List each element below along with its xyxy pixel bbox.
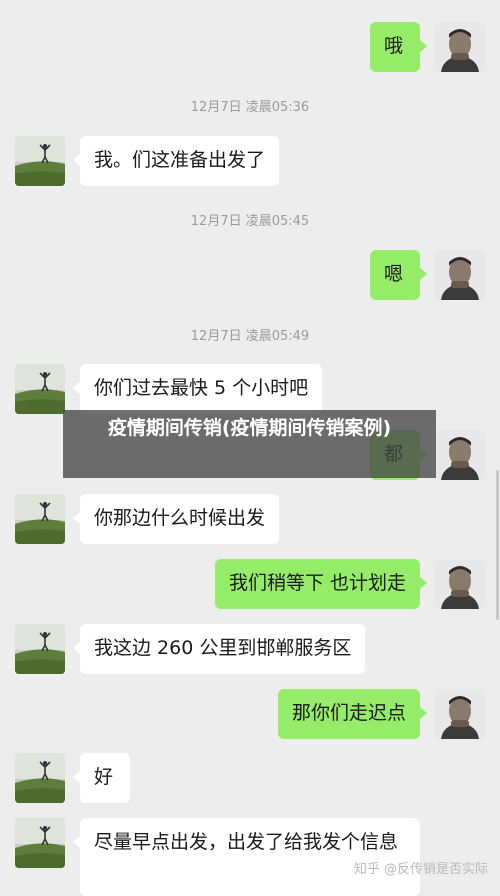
contact-avatar[interactable] [15,753,65,803]
man-portrait-icon [435,430,485,480]
message-text: 好 [94,766,114,788]
message-bubble-outgoing[interactable]: 我们稍等下 也计划走 [214,559,428,609]
message-text: 嗯 [384,263,404,285]
timestamp: 12月7日 凌晨05:49 [190,329,310,344]
man-portrait-icon [435,559,485,609]
timestamp: 12月7日 凌晨05:36 [190,100,310,115]
self-avatar[interactable] [435,250,485,300]
message-bubble-incoming[interactable]: 你那边什么时候出发 [72,494,280,544]
person-on-hill-icon [15,136,65,186]
watermark: 知乎 @反传销是否实际 [353,862,488,877]
person-on-hill-icon [15,753,65,803]
contact-avatar[interactable] [15,624,65,674]
overlay-title: 疫情期间传销(疫情期间传销案例) [107,417,392,439]
message-bubble-incoming[interactable]: 我这边 260 公里到邯郸服务区 [72,624,366,674]
self-avatar[interactable] [435,559,485,609]
message-bubble-incoming[interactable]: 你们过去最快 5 个小时吧 [72,364,323,414]
message-bubble-incoming[interactable]: 我。们这准备出发了 [72,136,280,186]
self-avatar[interactable] [435,22,485,72]
chat-view: 哦 12月7日 凌晨05:36 我。们这准备出发了 12月7日 凌晨05:45 … [0,0,500,896]
message-bubble-outgoing[interactable]: 哦 [370,22,427,72]
person-on-hill-icon [15,364,65,414]
self-avatar[interactable] [435,430,485,480]
contact-avatar[interactable] [15,364,65,414]
message-text: 我们稍等下 也计划走 [228,572,406,594]
message-text: 你那边什么时候出发 [94,507,266,529]
message-bubble-outgoing[interactable]: 嗯 [370,250,427,300]
man-portrait-icon [435,689,485,739]
contact-avatar[interactable] [15,494,65,544]
person-on-hill-icon [15,624,65,674]
message-text: 你们过去最快 5 个小时吧 [94,377,309,399]
man-portrait-icon [435,22,485,72]
title-overlay: 疫情期间传销(疫情期间传销案例) [63,410,436,478]
message-bubble-outgoing[interactable]: 那你们走迟点 [277,689,428,739]
person-on-hill-icon [15,494,65,544]
message-text: 尽量早点出发，出发了给我发个信息 [94,831,399,853]
message-text: 我。们这准备出发了 [94,149,266,171]
message-bubble-incoming[interactable]: 好 [73,753,130,803]
message-text: 哦 [384,35,404,57]
contact-avatar[interactable] [15,818,65,868]
message-bubble-incoming[interactable]: 尽量早点出发，出发了给我发个信息 [73,818,420,896]
man-portrait-icon [435,250,485,300]
self-avatar[interactable] [435,689,485,739]
person-on-hill-icon [15,818,65,868]
scrollbar[interactable] [496,470,499,620]
message-text: 我这边 260 公里到邯郸服务区 [94,637,352,659]
timestamp: 12月7日 凌晨05:45 [190,214,310,229]
message-text: 那你们走迟点 [291,702,406,724]
contact-avatar[interactable] [15,136,65,186]
